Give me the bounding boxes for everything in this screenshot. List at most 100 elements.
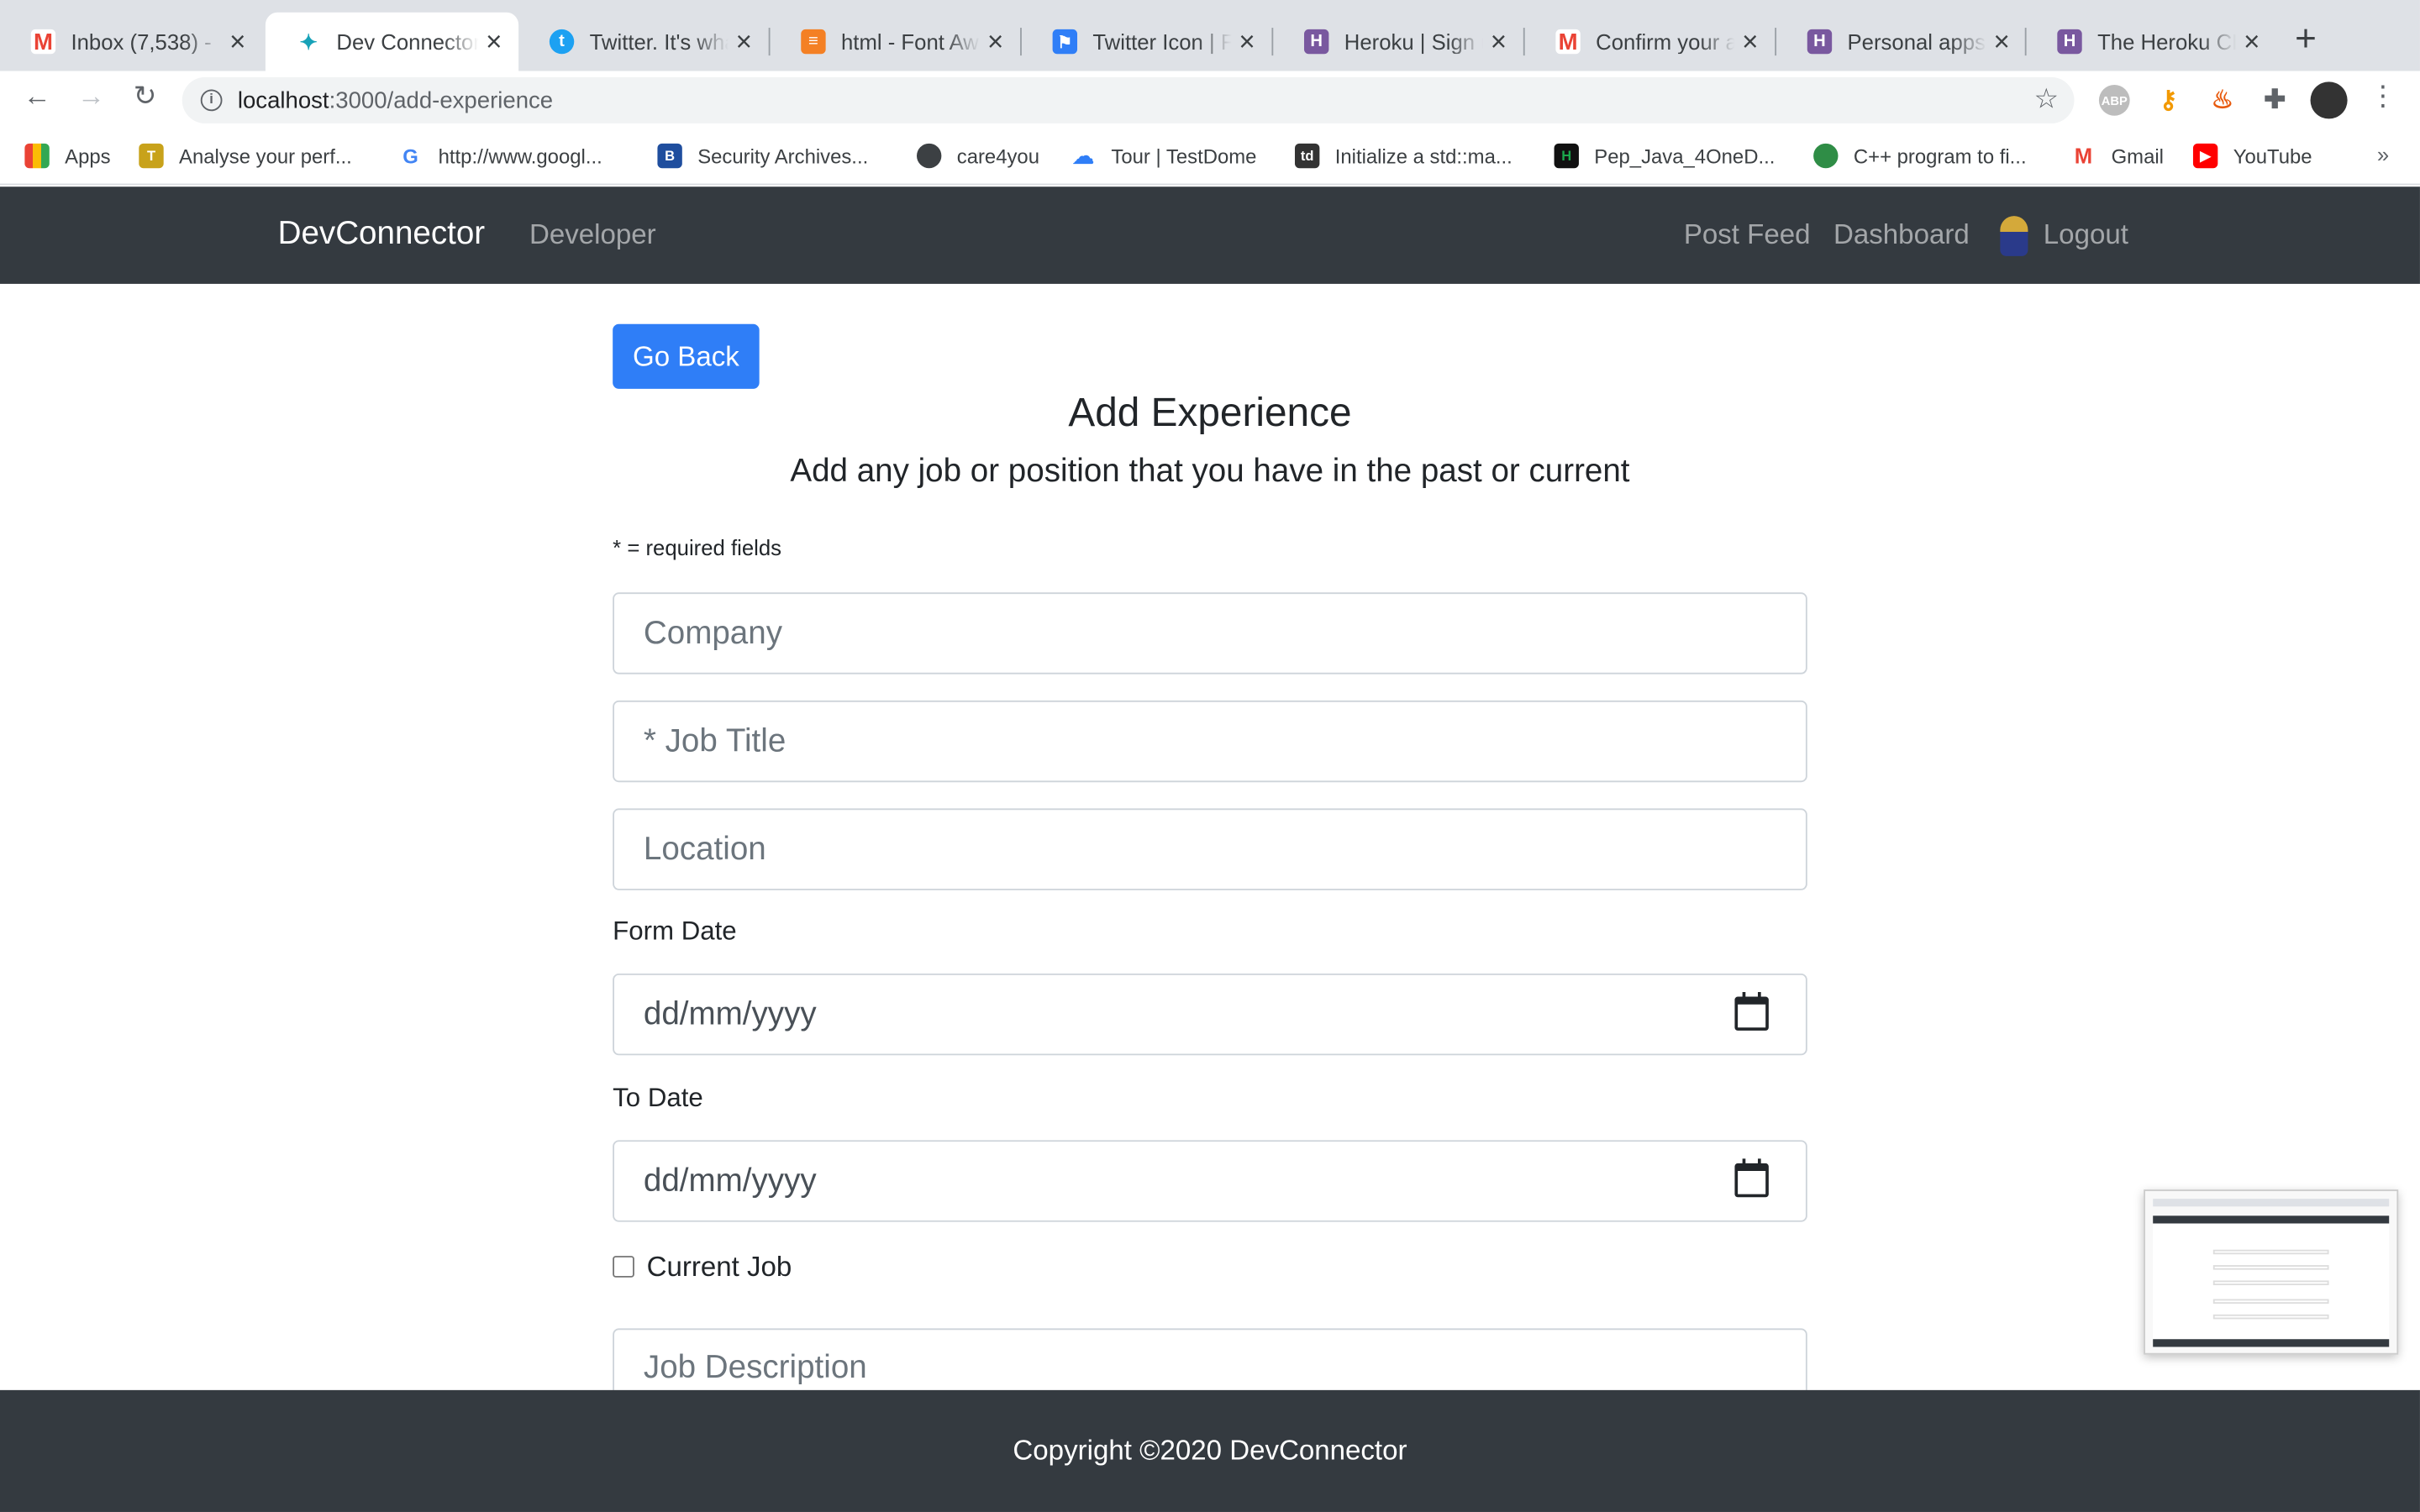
twitter-icon: t	[549, 29, 575, 55]
to-date-input[interactable]: dd/mm/yyyy	[613, 1140, 1807, 1222]
close-icon[interactable]: ×	[222, 25, 253, 58]
gmail-icon: M	[2070, 143, 2096, 169]
tab-strip: M Inbox (7,538) - × ✦ Dev Connector × t …	[0, 0, 2420, 71]
bookmark-youtube[interactable]: ▶ YouTube	[2192, 143, 2312, 169]
extensions-icon[interactable]: ✚	[2259, 85, 2291, 116]
tab-separator	[2024, 28, 2027, 56]
close-icon[interactable]: ×	[1734, 25, 1765, 58]
url-host: localhost	[237, 87, 329, 113]
globe-icon	[916, 143, 942, 169]
tab-twitter[interactable]: t Twitter. It's wha ×	[518, 13, 769, 71]
bookmark-label: Apps	[65, 144, 111, 168]
user-avatar	[2000, 216, 2028, 256]
address-bar[interactable]: i localhost:3000/add-experience ☆	[182, 76, 2075, 123]
from-date-value: dd/mm/yyyy	[643, 995, 817, 1032]
new-tab-icon[interactable]: +	[2295, 18, 2317, 61]
geeks-icon	[1813, 143, 1839, 169]
tab-title: Heroku | Sign u	[1344, 29, 1484, 55]
google-icon: G	[397, 143, 424, 169]
bookmark-care4you[interactable]: care4you	[916, 143, 1039, 169]
job-title-input[interactable]: * Job Title	[613, 700, 1807, 783]
thumb-field	[2212, 1314, 2329, 1320]
flag-icon: ⚑	[1052, 29, 1078, 55]
tab-heroku-signup[interactable]: H Heroku | Sign u ×	[1273, 13, 1523, 71]
current-job-checkbox[interactable]	[613, 1256, 634, 1278]
tab-inbox[interactable]: M Inbox (7,538) - ×	[0, 13, 262, 71]
bookmark-std-map[interactable]: td Initialize a std::ma...	[1294, 143, 1512, 169]
thumb-field	[2212, 1265, 2329, 1270]
screenshot-thumbnail[interactable]	[2144, 1189, 2399, 1355]
nav-logout[interactable]: Logout	[2044, 219, 2128, 252]
back-icon[interactable]: ←	[18, 81, 55, 113]
tab-separator	[1271, 28, 1274, 56]
tab-title: Dev Connector	[336, 29, 479, 55]
bookmark-apps[interactable]: Apps	[24, 143, 111, 169]
heroku-icon: H	[1304, 29, 1329, 55]
info-icon[interactable]: i	[200, 89, 223, 112]
close-icon[interactable]: ×	[1483, 25, 1514, 58]
bookmark-google[interactable]: Ghttp://www.googl...	[397, 143, 602, 169]
more-bookmarks-icon[interactable]: »	[2377, 142, 2389, 166]
stackoverflow-icon: ≡	[801, 29, 826, 55]
job-description-textarea[interactable]: Job Description	[613, 1328, 1807, 1390]
bookmark-label: Initialize a std::ma...	[1334, 144, 1512, 168]
profile-avatar[interactable]	[2310, 81, 2348, 119]
thumb-field	[2212, 1280, 2329, 1285]
nav-dashboard[interactable]: Dashboard	[1833, 219, 1970, 252]
close-icon[interactable]: ×	[1986, 25, 2018, 58]
tab-twitter-icon[interactable]: ⚑ Twitter Icon | F ×	[1022, 13, 1272, 71]
apps-grid-icon	[24, 143, 50, 169]
url-path: :3000/add-experience	[329, 87, 554, 113]
bookmarks-bar: Apps T Analyse your perf... Ghttp://www.g…	[0, 129, 2420, 186]
nav-post-feed[interactable]: Post Feed	[1684, 219, 1811, 252]
bookmark-security[interactable]: B Security Archives...	[657, 143, 869, 169]
bookmark-star-icon[interactable]: ☆	[2034, 83, 2060, 116]
tab-heroku-cli[interactable]: H The Heroku CL ×	[2027, 13, 2277, 71]
youtube-icon: ▶	[2192, 143, 2218, 169]
footer: Copyright ©2020 DevConnector	[0, 1389, 2420, 1512]
bookmark-label: Security Archives...	[697, 144, 869, 168]
location-input[interactable]: Location	[613, 808, 1807, 890]
heroku-icon: H	[2057, 29, 2082, 55]
bookmark-analyse[interactable]: T Analyse your perf...	[139, 143, 352, 169]
tab-separator	[1775, 28, 1777, 56]
go-back-button[interactable]: Go Back	[613, 323, 760, 389]
tab-title: Twitter. It's wha	[589, 29, 729, 55]
close-icon[interactable]: ×	[980, 25, 1011, 58]
bookmark-pep-java[interactable]: H Pep_Java_4OneD...	[1554, 143, 1776, 169]
bookmark-testdome[interactable]: ☁ Tour | TestDome	[1071, 143, 1256, 169]
tab-confirm[interactable]: M Confirm your a ×	[1525, 13, 1776, 71]
tab-font-awesome[interactable]: ≡ html - Font Awe ×	[771, 13, 1021, 71]
bookmark-gmail[interactable]: M Gmail	[2070, 143, 2164, 169]
brand-link[interactable]: DevConnector	[278, 216, 486, 253]
bookmark-cpp[interactable]: C++ program to fi...	[1813, 143, 2027, 169]
calendar-icon[interactable]	[1734, 991, 1769, 1031]
calendar-icon[interactable]	[1734, 1158, 1769, 1198]
reload-icon[interactable]: ↻	[127, 81, 164, 113]
tab-title: Personal apps	[1847, 29, 1986, 55]
tab-title: Twitter Icon | F	[1092, 29, 1232, 55]
app-navbar: DevConnector Developer Post Feed Dashboa…	[0, 186, 2420, 284]
close-icon[interactable]: ×	[1232, 25, 1263, 58]
url-text: localhost:3000/add-experience	[238, 87, 553, 113]
key-icon[interactable]: ⚷	[2153, 85, 2184, 116]
to-date-label: To Date	[613, 1083, 703, 1113]
close-icon[interactable]: ×	[478, 25, 509, 58]
close-icon[interactable]: ×	[729, 25, 760, 58]
menu-dots-icon[interactable]: ⋮	[2365, 81, 2402, 113]
company-input[interactable]: Company	[613, 592, 1807, 675]
fire-icon[interactable]: ♨	[2207, 85, 2238, 116]
tab-personal-apps[interactable]: H Personal apps ×	[1776, 13, 2027, 71]
nav-developer[interactable]: Developer	[529, 219, 656, 252]
bookmark-label: Gmail	[2111, 144, 2164, 168]
gmail-icon: M	[1555, 29, 1581, 55]
copyright-text: Copyright ©2020 DevConnector	[1013, 1435, 1407, 1466]
bookmark-label: Pep_Java_4OneD...	[1594, 144, 1776, 168]
close-icon[interactable]: ×	[2236, 25, 2267, 58]
tab-dev-connector[interactable]: ✦ Dev Connector ×	[265, 12, 519, 71]
thumb-field	[2212, 1299, 2329, 1305]
from-date-input[interactable]: dd/mm/yyyy	[613, 973, 1807, 1056]
tab-title: html - Font Awe	[841, 29, 981, 55]
adblock-icon[interactable]: ABP	[2098, 85, 2130, 116]
forward-icon[interactable]: →	[72, 81, 109, 113]
